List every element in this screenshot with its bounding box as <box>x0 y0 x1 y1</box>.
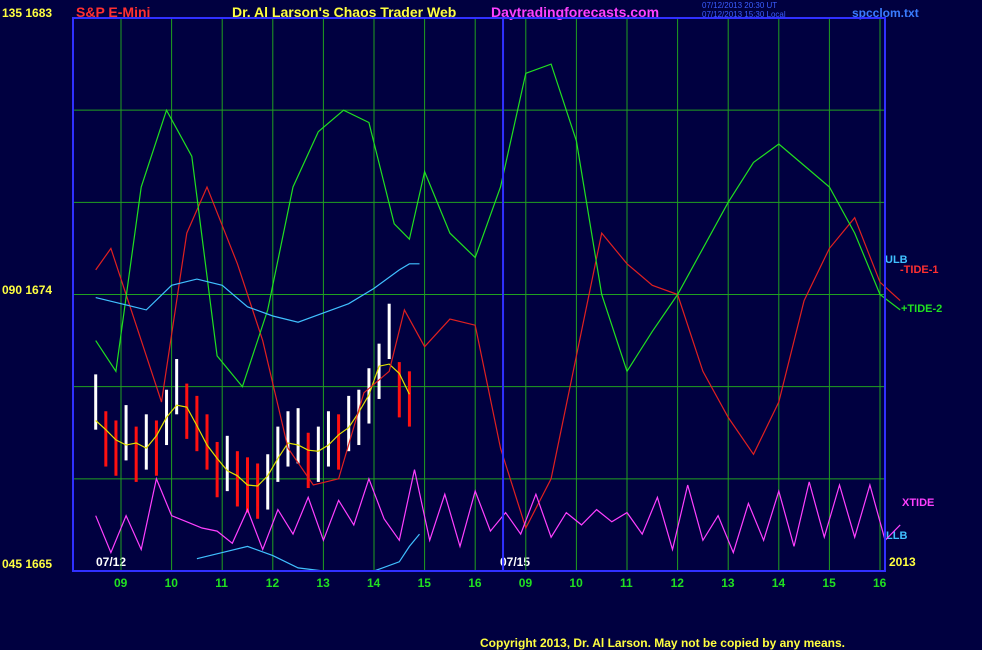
series-line--tide-2 <box>95 63 901 388</box>
chaos-chart <box>72 17 901 572</box>
chart-grid <box>73 18 885 571</box>
copyright: Copyright 2013, Dr. Al Larson. May not b… <box>480 636 845 650</box>
price-average-line <box>95 363 410 487</box>
series-line-llb <box>196 533 420 572</box>
price-bars <box>94 303 411 519</box>
series-line-ulb <box>95 263 420 323</box>
